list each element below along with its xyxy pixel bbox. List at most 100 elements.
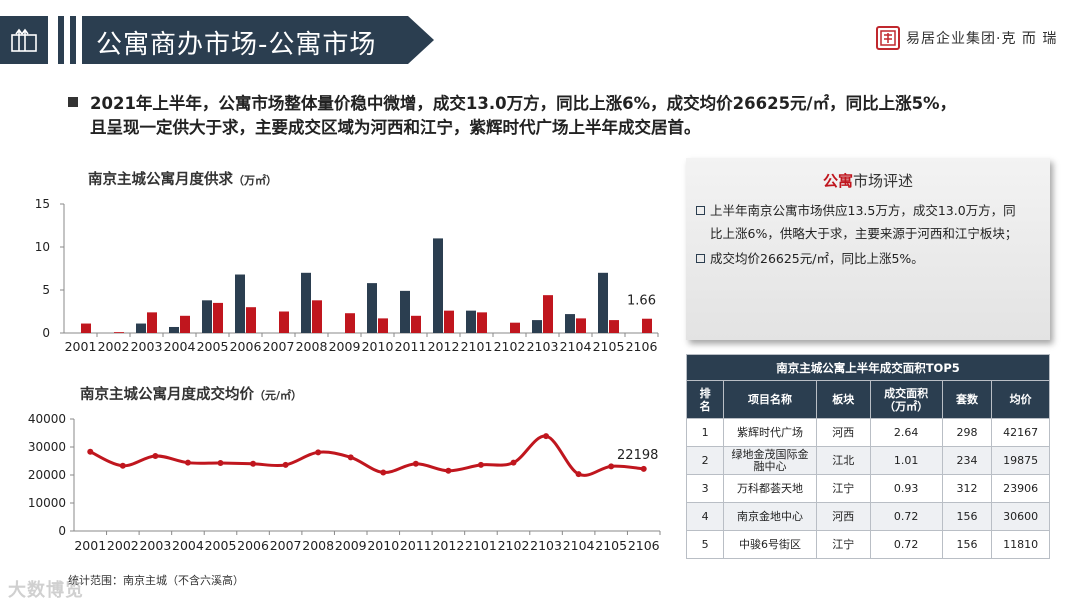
x-tick-label: 2101	[465, 538, 497, 553]
table-row: 3 万科都荟天地 江宁 0.93 312 23906	[685, 474, 1050, 503]
table-header: 套数	[941, 380, 993, 419]
x-tick-label: 2002	[98, 339, 130, 354]
x-tick-label: 2102	[498, 538, 530, 553]
table-cell: 19875	[991, 446, 1050, 475]
table-header: 成交面积（万㎡）	[869, 380, 943, 419]
table-cell: 万科都荟天地	[723, 474, 817, 503]
data-point	[282, 461, 289, 468]
x-tick-label: 2004	[172, 538, 204, 553]
data-point	[412, 460, 419, 467]
bar	[169, 326, 179, 333]
x-tick-label: 2003	[131, 339, 163, 354]
table-cell: 0.93	[869, 474, 943, 503]
supply-demand-chart-title: 南京主城公寓月度供求（万㎡）	[88, 168, 277, 189]
y-tick-label: 20000	[28, 468, 66, 482]
x-tick-label: 2005	[205, 538, 237, 553]
table-header: 排名	[685, 380, 725, 419]
x-tick-label: 2101	[461, 339, 493, 354]
table-cell: 23906	[991, 474, 1050, 503]
data-label: 1.66	[627, 294, 656, 309]
x-tick-label: 2007	[270, 538, 302, 553]
x-tick-label: 2011	[400, 538, 432, 553]
data-point	[315, 449, 322, 456]
header-divider	[58, 16, 64, 64]
x-tick-label: 2004	[164, 339, 196, 354]
price-series-line	[89, 434, 644, 477]
x-tick-label: 2010	[362, 339, 394, 354]
bar	[642, 318, 652, 333]
review-title: 公寓市场评述	[686, 170, 1050, 191]
x-tick-label: 2103	[530, 538, 562, 553]
header-banner: 公寓商办市场-公寓市场	[82, 16, 434, 64]
x-tick-label: 2104	[560, 339, 592, 354]
data-label: 22198	[617, 448, 658, 463]
chart-title-unit: （万㎡）	[233, 174, 277, 187]
bar	[246, 307, 256, 333]
table-cell: 0.72	[869, 530, 943, 559]
review-item: 成交均价26625元/㎡，同比上涨5%。	[696, 247, 1040, 270]
data-point	[575, 471, 582, 478]
chart-title-text: 南京主城公寓月度成交均价	[80, 387, 254, 403]
data-point	[510, 459, 517, 466]
table-cell: 0.72	[869, 502, 943, 531]
summary-text: 2021年上半年，公寓市场整体量价稳中微增，成交13.0万方，同比上涨6%，成交…	[68, 92, 1028, 140]
x-tick-label: 2012	[432, 538, 464, 553]
bullet-icon	[68, 97, 78, 107]
table-cell: 河西	[815, 418, 871, 447]
footnote: 统计范围：南京主城（不含六溪高）	[68, 574, 244, 587]
review-item-text: 比上涨6%，供略大于求，主要来源于河西和江宁板块；	[710, 226, 1018, 241]
table-cell: 2	[685, 446, 725, 475]
x-tick-label: 2105	[595, 538, 627, 553]
bar	[400, 290, 410, 333]
building-icon	[11, 28, 37, 52]
x-tick-label: 2008	[296, 339, 328, 354]
x-tick-label: 2002	[107, 538, 139, 553]
data-point	[152, 452, 159, 459]
table-cell: 156	[941, 530, 993, 559]
table-cell: 江北	[815, 446, 871, 475]
company-logo: 易居企业集团·克 而 瑞	[876, 26, 1057, 50]
table-header: 均价	[991, 380, 1050, 419]
table-cell: 156	[941, 502, 993, 531]
table-cell: 河西	[815, 502, 871, 531]
bar	[312, 300, 322, 333]
bar	[576, 318, 586, 333]
y-tick-label: 30000	[28, 440, 66, 454]
bar	[565, 314, 575, 333]
section-icon	[0, 16, 48, 64]
table-row: 2 绿地金茂国际金融中心 江北 1.01 234 19875	[685, 446, 1050, 475]
x-tick-label: 2008	[302, 538, 334, 553]
table-row: 4 南京金地中心 河西 0.72 156 30600	[685, 502, 1050, 531]
bar	[279, 311, 289, 333]
table-header: 项目名称	[723, 380, 817, 419]
table-cell: 1	[685, 418, 725, 447]
bar	[114, 332, 124, 333]
data-point	[477, 461, 484, 468]
bar	[543, 295, 553, 333]
header-divider	[70, 16, 76, 64]
supply-demand-bar-chart: 0510152001 2002 2003 2004 2005 2006 2007 2008 20…	[35, 197, 659, 354]
x-tick-label: 2103	[527, 339, 559, 354]
table-row: 5 中骏6号街区 江宁 0.72 156 11810	[685, 530, 1050, 559]
x-tick-label: 2007	[263, 339, 295, 354]
table-cell: 江宁	[815, 474, 871, 503]
table-cell: 11810	[991, 530, 1050, 559]
x-tick-label: 2106	[626, 339, 658, 354]
x-tick-label: 2104	[563, 538, 595, 553]
x-tick-label: 2011	[395, 339, 427, 354]
table-cell: 4	[685, 502, 725, 531]
summary-line-1: 2021年上半年，公寓市场整体量价稳中微增，成交13.0万方，同比上涨6%，成交…	[90, 94, 957, 113]
x-tick-label: 2001	[65, 339, 97, 354]
table-cell: 312	[941, 474, 993, 503]
table-cell: 紫辉时代广场	[723, 418, 817, 447]
data-point	[250, 460, 257, 467]
data-point	[217, 459, 224, 466]
y-tick-label: 10000	[28, 496, 66, 510]
table-caption: 南京主城公寓上半年成交面积TOP5	[686, 354, 1050, 381]
price-line-chart: 0100002000030000400002001 2002 2003 2004 200…	[28, 412, 661, 553]
bar	[477, 312, 487, 333]
data-point	[445, 467, 452, 474]
review-item: 上半年南京公寓市场供应13.5万方，成交13.0万方，同 比上涨6%，供略大于求…	[696, 199, 1040, 245]
x-tick-label: 2003	[139, 538, 171, 553]
table-cell: 234	[941, 446, 993, 475]
